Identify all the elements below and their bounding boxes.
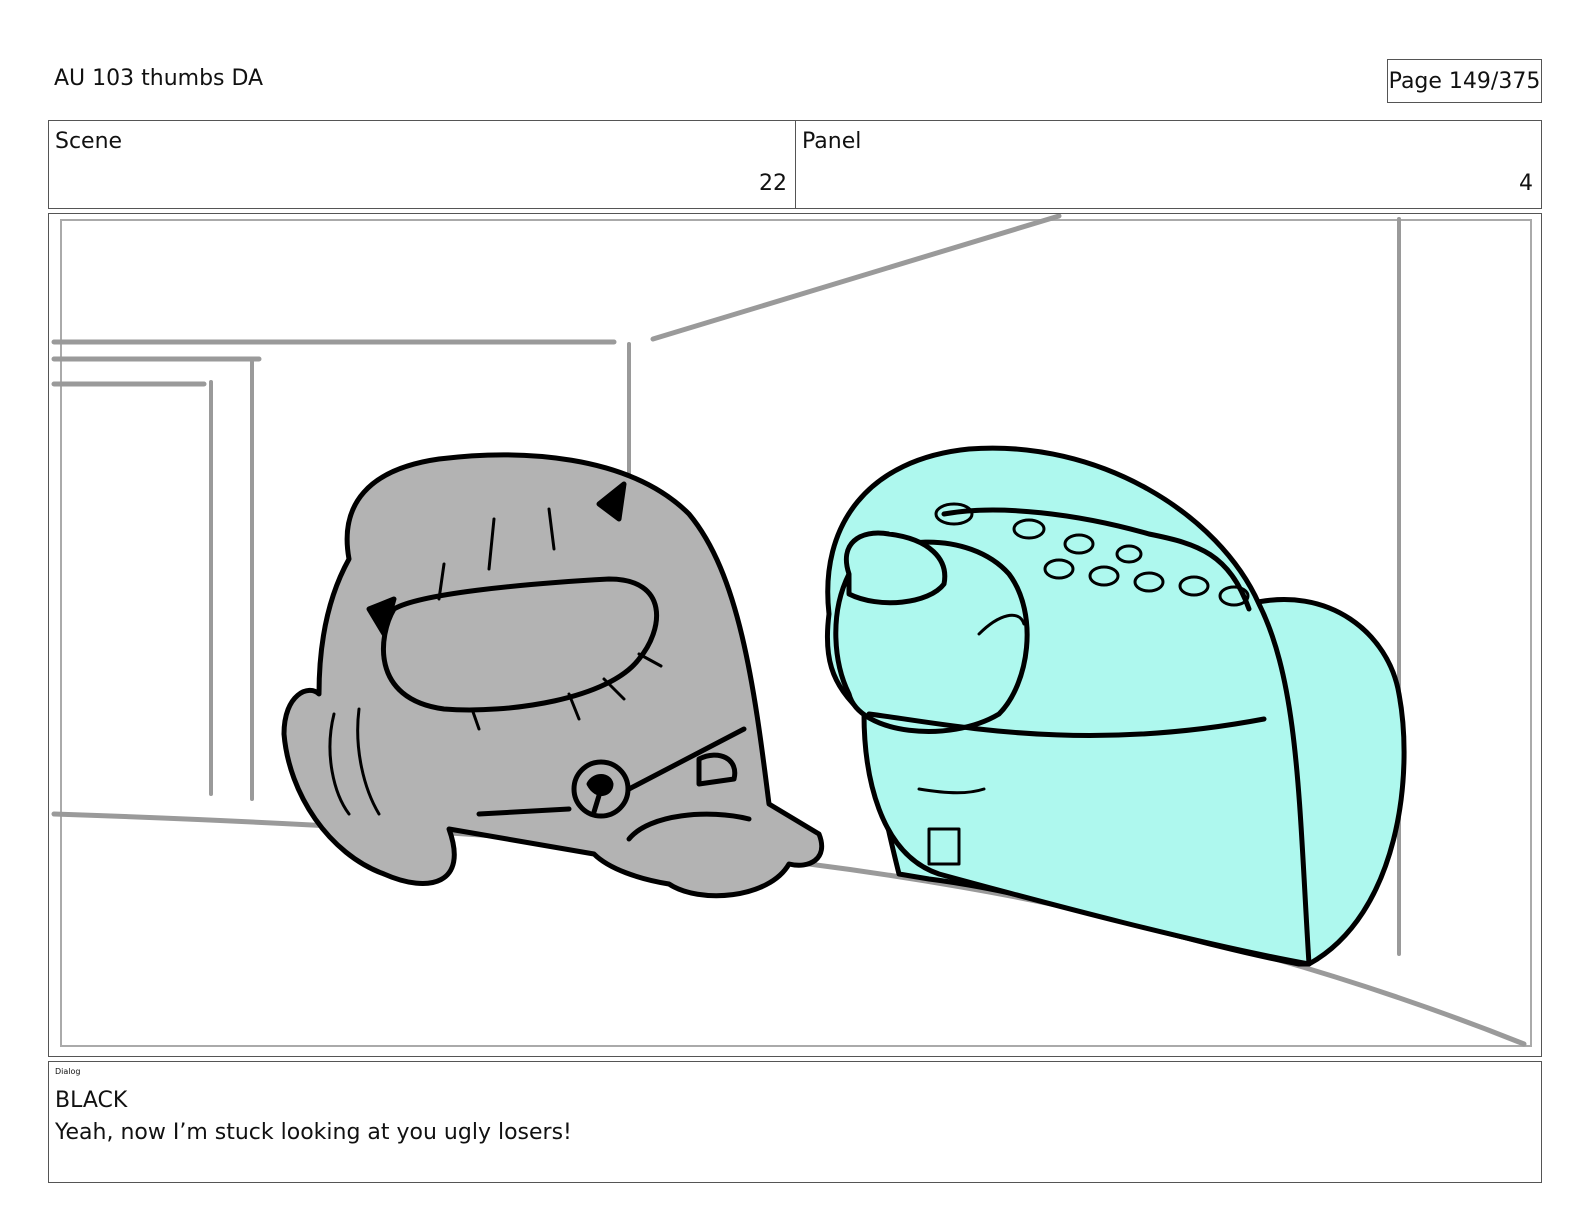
- storyboard-frame: [48, 213, 1542, 1057]
- storyboard-drawing: [51, 214, 1532, 1047]
- panel-label: Panel: [802, 129, 862, 154]
- cyan-character: [824, 445, 1407, 967]
- panel-cell: Panel 4: [796, 121, 1541, 208]
- panel-number: 4: [1519, 171, 1533, 196]
- dialog-line: Yeah, now I’m stuck looking at you ugly …: [55, 1120, 572, 1145]
- buckle: [927, 827, 961, 866]
- scene-label: Scene: [55, 129, 123, 154]
- scene-cell: Scene 22: [49, 121, 796, 208]
- black-character: [281, 452, 825, 899]
- dialog-speaker: BLACK: [55, 1088, 128, 1113]
- scene-panel-row: Scene 22 Panel 4: [48, 120, 1542, 209]
- dialog-label: Dialog: [55, 1067, 81, 1076]
- page-number: Page 149/375: [1388, 68, 1541, 94]
- document-title: AU 103 thumbs DA: [54, 66, 264, 91]
- scene-number: 22: [759, 171, 787, 196]
- page-indicator: Page 149/375: [1387, 59, 1542, 103]
- dialog-box: Dialog BLACK Yeah, now I’m stuck looking…: [48, 1061, 1542, 1183]
